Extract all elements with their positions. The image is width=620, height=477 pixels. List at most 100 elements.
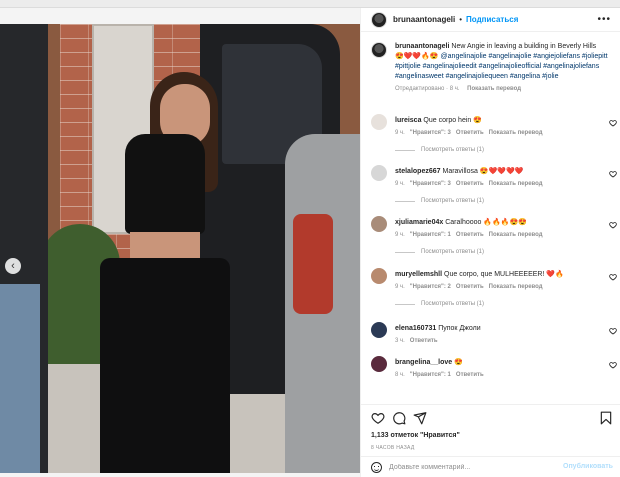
commenter-username[interactable]: muryellemshll [395, 271, 442, 278]
likes-count[interactable]: 1,133 отметок "Нравится" [371, 432, 460, 439]
caption-avatar[interactable] [371, 42, 387, 58]
replies-divider [395, 251, 415, 253]
comment-text: Caralhoooo 🔥🔥🔥😍😍 [445, 219, 527, 226]
comment-heart-icon[interactable] [609, 327, 617, 335]
comment-meta: 9 ч. "Нравится": 1 Ответить Показать перево… [395, 232, 543, 238]
commenter-username[interactable]: stelalopez667 [395, 168, 441, 175]
caption-meta: Отредактировано · 8 ч. Показать перевод [395, 86, 613, 92]
comment-meta: 9 ч. "Нравится": 3 Ответить Показать перево… [395, 130, 543, 136]
car-taillight [293, 214, 333, 314]
comment-text: 😍 [454, 359, 463, 366]
comment-translate-link[interactable]: Показать перевод [489, 284, 543, 290]
bystander-jeans [0, 284, 40, 473]
emoji-icon[interactable] [371, 462, 382, 473]
comment-heart-icon[interactable] [609, 119, 617, 127]
comment-body: lureisca Que corpo hein 😍 [395, 116, 600, 126]
caption-username[interactable]: brunaantonageli [395, 43, 449, 50]
comment-reply-link[interactable]: Ответить [456, 372, 484, 378]
carousel-prev-button[interactable]: ‹ [5, 258, 21, 274]
comment-time: 8 ч. [395, 372, 405, 378]
commenter-avatar[interactable] [371, 322, 387, 338]
caption-text: brunaantonageli New Angie in leaving a b… [395, 42, 613, 82]
post-header: brunaantonageli • Подписаться ••• [361, 8, 620, 32]
comment-heart-icon[interactable] [609, 170, 617, 178]
comment-meta: 8 ч. "Нравится": 1 Ответить [395, 372, 484, 378]
publish-button[interactable]: Опубликовать [563, 463, 613, 470]
comment-time: 9 ч. [395, 181, 405, 187]
author-avatar[interactable] [371, 11, 387, 28]
comment-reply-link[interactable]: Ответить [410, 338, 438, 344]
comment-likes[interactable]: "Нравится": 2 [410, 284, 451, 290]
comment-body: brangelina__love 😍 [395, 358, 600, 368]
view-replies-link[interactable]: Посмотреть ответы (1) [395, 198, 484, 204]
comment-text: Maravillosa 😍❤️❤️❤️❤️ [442, 168, 524, 175]
add-comment-bar: Опубликовать [361, 456, 620, 477]
author-username[interactable]: brunaantonageli [393, 15, 455, 24]
view-replies-label: Посмотреть ответы (1) [421, 198, 485, 204]
caption-translate-link[interactable]: Показать перевод [467, 86, 521, 92]
commenter-avatar[interactable] [371, 356, 387, 372]
woman-black-top [125, 134, 205, 234]
comment-heart-icon[interactable] [609, 221, 617, 229]
view-replies-link[interactable]: Посмотреть ответы (1) [395, 147, 484, 153]
action-bar [361, 404, 620, 432]
commenter-avatar[interactable] [371, 165, 387, 181]
media-column: ‹ [0, 8, 360, 477]
comment-likes[interactable]: "Нравится": 1 [410, 232, 451, 238]
comment-meta: 3 ч. Ответить [395, 338, 438, 344]
view-replies-label: Посмотреть ответы (1) [421, 249, 485, 255]
comment-reply-link[interactable]: Ответить [456, 232, 484, 238]
comment-text: Que corpo hein 😍 [423, 117, 482, 124]
post-caption: brunaantonageli New Angie in leaving a b… [371, 42, 613, 92]
bookmark-icon[interactable] [599, 411, 613, 425]
comment-translate-link[interactable]: Показать перевод [489, 130, 543, 136]
comment-item: stelalopez667 Maravillosa 😍❤️❤️❤️❤️ 9 ч. "… [371, 165, 619, 217]
comment-body: muryellemshll Que corpo, que MULHEEEEER!… [395, 270, 600, 280]
comment-time: 9 ч. [395, 284, 405, 290]
comment-body: elena160731 Пупок Джоли [395, 324, 600, 334]
comment-likes[interactable]: "Нравится": 3 [410, 130, 451, 136]
caption-body: New Angie in leaving a building in Bever… [451, 43, 597, 50]
view-replies-link[interactable]: Посмотреть ответы (1) [395, 301, 484, 307]
comment-heart-icon[interactable] [609, 361, 617, 369]
view-replies-label: Посмотреть ответы (1) [421, 147, 485, 153]
replies-divider [395, 303, 415, 305]
follow-button[interactable]: Подписаться [466, 15, 518, 24]
add-comment-input[interactable] [389, 461, 549, 474]
comment-translate-link[interactable]: Показать перевод [489, 232, 543, 238]
woman-midriff [130, 232, 200, 260]
comment-meta: 9 ч. "Нравится": 2 Ответить Показать перево… [395, 284, 543, 290]
commenter-avatar[interactable] [371, 268, 387, 284]
comment-heart-icon[interactable] [609, 273, 617, 281]
commenter-username[interactable]: lureisca [395, 117, 421, 124]
heart-icon[interactable] [371, 411, 385, 425]
comment-reply-link[interactable]: Ответить [456, 181, 484, 187]
share-icon[interactable] [413, 411, 427, 425]
comment-reply-link[interactable]: Ответить [456, 284, 484, 290]
comment-likes[interactable]: "Нравится": 3 [410, 181, 451, 187]
post-timestamp: 8 ЧАСОВ НАЗАД [371, 445, 415, 451]
commenter-avatar[interactable] [371, 114, 387, 130]
commenter-avatar[interactable] [371, 216, 387, 232]
comment-item: brangelina__love 😍 8 ч. "Нравится": 1 Ответ… [371, 356, 619, 408]
comment-body: stelalopez667 Maravillosa 😍❤️❤️❤️❤️ [395, 167, 600, 177]
post-photo[interactable]: ‹ [0, 24, 360, 473]
comment-likes[interactable]: "Нравится": 1 [410, 372, 451, 378]
commenter-username[interactable]: brangelina__love [395, 359, 452, 366]
comment-time: 9 ч. [395, 130, 405, 136]
comment-reply-link[interactable]: Ответить [456, 130, 484, 136]
post-sidebar: brunaantonageli • Подписаться ••• brunaa… [360, 8, 620, 477]
comment-meta: 9 ч. "Нравится": 3 Ответить Показать перево… [395, 181, 543, 187]
replies-divider [395, 200, 415, 202]
commenter-username[interactable]: elena160731 [395, 325, 436, 332]
comment-icon[interactable] [392, 411, 406, 425]
window-top-strip [0, 0, 620, 8]
view-replies-link[interactable]: Посмотреть ответы (1) [395, 249, 484, 255]
commenter-username[interactable]: xjuliamarie04x [395, 219, 443, 226]
more-options-icon[interactable]: ••• [597, 14, 611, 25]
caption-edited: Отредактировано · 8 ч. [395, 86, 460, 92]
header-separator: • [459, 15, 463, 24]
comment-translate-link[interactable]: Показать перевод [489, 181, 543, 187]
replies-divider [395, 149, 415, 151]
comment-time: 3 ч. [395, 338, 405, 344]
